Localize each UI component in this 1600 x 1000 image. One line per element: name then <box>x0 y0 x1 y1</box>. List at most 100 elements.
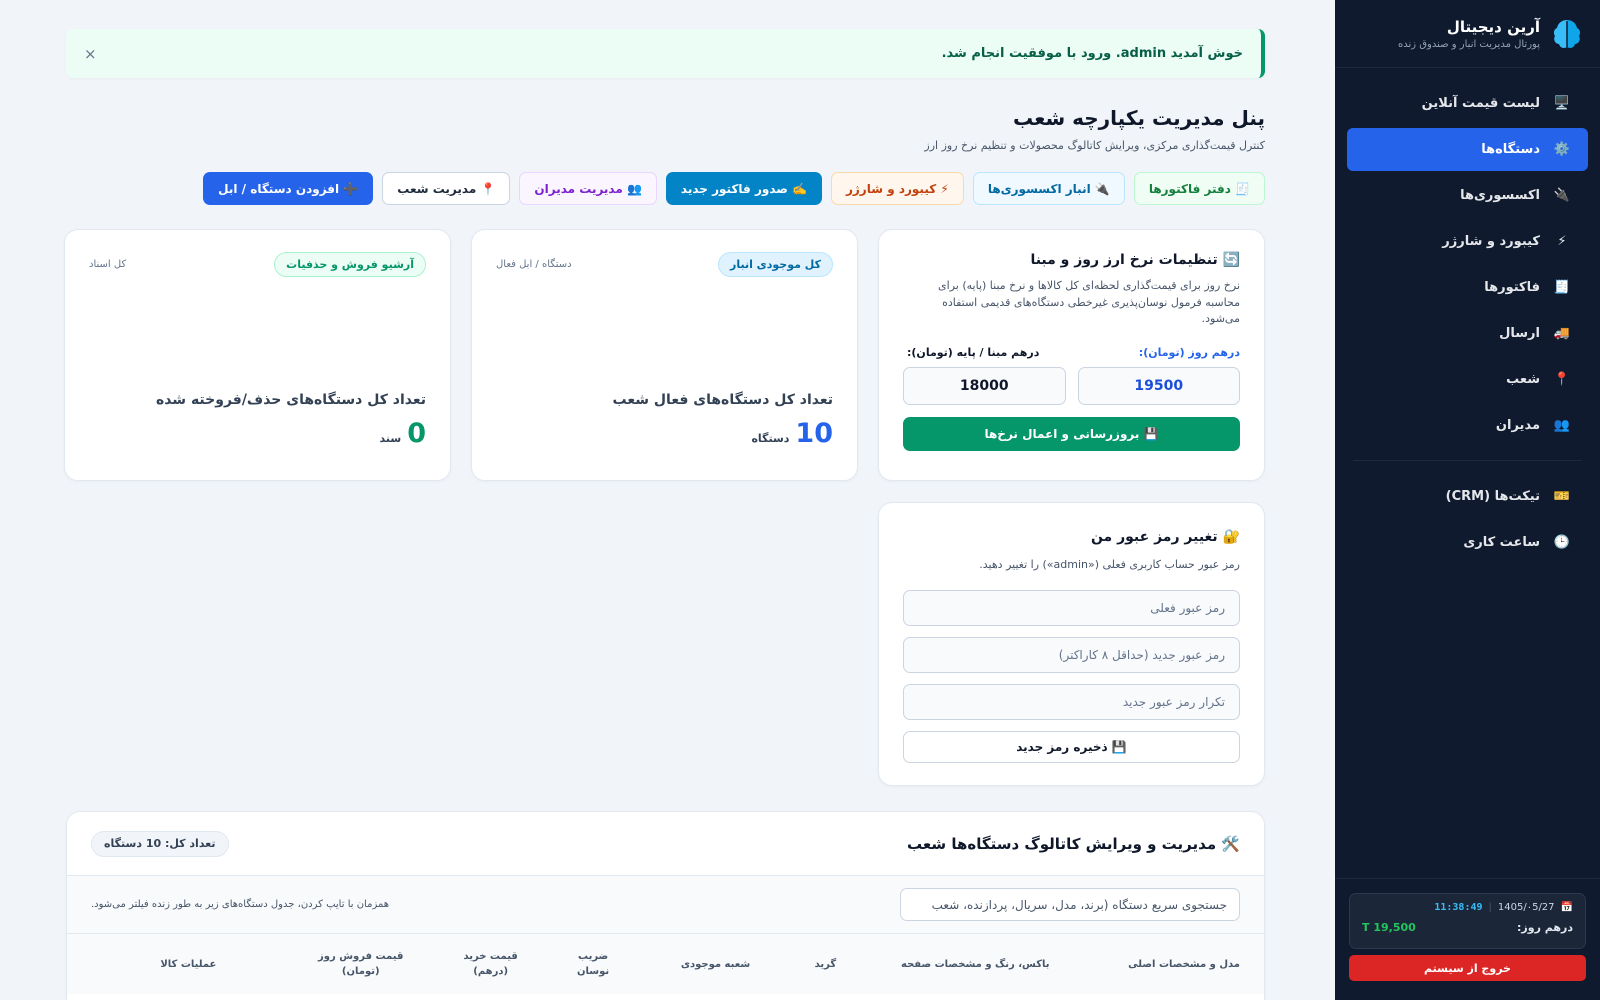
alert-text: خوش آمدید admin. ورود با موفقیت انجام شد… <box>941 46 1243 61</box>
sidebar: آرین دیجیتال پورتال مدیریت انبار و صندوق… <box>1335 0 1600 1000</box>
current-password-field[interactable]: رمز عبور فعلی <box>903 589 1240 626</box>
manage-branches-button[interactable]: 📍 مدیریت شعب <box>382 172 511 205</box>
stat-value: 0 <box>407 418 426 449</box>
stat-label: تعداد کل دستگاه‌های حذف/فروخته شده <box>155 392 426 408</box>
base-rate-label: درهم مبنا / پایه (تومان): <box>907 345 1040 359</box>
page-subtitle: کنترل قیمت‌گذاری مرکزی، ویرایش کاتالوگ م… <box>924 139 1265 152</box>
change-password-card: 🔐 تغییر رمز عبور من رمز عبور حساب کاربری… <box>878 502 1265 786</box>
exchange-card-description: نرخ روز برای قیمت‌گذاری لحظه‌ای کل کالاه… <box>938 279 1240 325</box>
toolbar: 🧾 دفتر فاکتورها 🔌 انبار اکسسوری‌ها ⚡ کیب… <box>203 172 1265 205</box>
clock-icon: 🕒 <box>1553 535 1571 550</box>
stat-caption: دستگاه / ابل فعال <box>496 259 572 270</box>
device-catalog-panel: 🛠️ مدیریت و ویرایش کاتالوگ دستگاه‌ها شعب… <box>66 811 1265 1000</box>
device-search-input[interactable]: جستجوی سریع دستگاه (برند، مدل، سریال، پر… <box>900 888 1240 921</box>
sidebar-item-managers[interactable]: 👥 مدیران <box>1347 404 1588 447</box>
exchange-card-title: 🔄 تنظیمات نرخ ارز روز و مبنا <box>1030 252 1240 268</box>
sidebar-item-accessories[interactable]: 🔌 اکسسوری‌ها <box>1347 174 1588 217</box>
archived-devices-card: آرشیو فروش و حذفیات کل اسناد تعداد کل دس… <box>64 229 451 481</box>
base-rate-input[interactable]: 18000 <box>903 366 1066 405</box>
repeat-password-field[interactable]: تکرار رمز عبور جدید <box>903 683 1240 720</box>
receipt-icon: 🧾 <box>1553 280 1571 295</box>
stat-unit: سند <box>379 432 402 445</box>
column-header-actions: عملیات کالا <box>160 958 217 970</box>
brand-subtitle: پورتال مدیریت انبار و صندوق زنده <box>1397 38 1540 50</box>
column-header-model: مدل و مشخصات اصلی <box>1128 958 1240 970</box>
daily-rate-label: درهم روز (تومان): <box>1138 345 1240 359</box>
new-password-field[interactable]: رمز عبور جدید (حداقل ۸ کاراکتر) <box>903 636 1240 673</box>
close-icon[interactable]: × <box>84 45 97 63</box>
page-header: پنل مدیریت یکپارچه شعب کنترل قیمت‌گذاری … <box>924 106 1265 152</box>
table-header: مدل و مشخصات اصلی باکس، رنگ و مشخصات صفح… <box>67 934 1264 994</box>
ticket-icon: 🎫 <box>1553 489 1571 504</box>
column-header-sale-price: قیمت فروش روز (تومان) <box>318 951 404 977</box>
manage-managers-button[interactable]: 👥 مدیریت مدیران <box>519 172 657 205</box>
monitor-icon: 🖥️ <box>1553 96 1571 111</box>
sidebar-item-label: ارسال <box>1499 326 1540 341</box>
sidebar-item-label: اکسسوری‌ها <box>1460 188 1540 203</box>
search-hint: همزمان با تایپ کردن، جدول دستگاه‌های زیر… <box>91 899 390 910</box>
column-header-purchase-price: قیمت خرید (درهم) <box>463 951 518 977</box>
dirham-value: T 19,500 <box>1362 921 1416 934</box>
sidebar-item-shipping[interactable]: 🚚 ارسال <box>1347 312 1588 355</box>
invoice-book-button[interactable]: 🧾 دفتر فاکتورها <box>1133 172 1265 205</box>
sidebar-item-devices[interactable]: ⚙️ دستگاه‌ها <box>1347 128 1588 171</box>
sidebar-footer: 📅 1405/۰5/27 | 11:38:49 درهم روز: T 19,5… <box>1335 878 1600 1000</box>
sidebar-nav: 🖥️ لیست قیمت آنلاین ⚙️ دستگاه‌ها 🔌 اکسسو… <box>1335 68 1600 564</box>
daily-rate-input[interactable]: 19500 <box>1077 366 1240 405</box>
column-header-grade: گرید <box>814 958 837 970</box>
stat-label: تعداد کل دستگاه‌های فعال شعب <box>612 392 833 408</box>
accessories-warehouse-button[interactable]: 🔌 انبار اکسسوری‌ها <box>972 172 1125 205</box>
column-header-box-color: باکس، رنگ و مشخصات صفحه <box>901 958 1050 970</box>
active-devices-card: کل موجودی انبار دستگاه / ابل فعال تعداد … <box>471 229 858 481</box>
inventory-badge: کل موجودی انبار <box>718 252 833 277</box>
exchange-rate-card: 🔄 تنظیمات نرخ ارز روز و مبنا نرخ روز برا… <box>878 229 1265 481</box>
sidebar-item-label: فاکتورها <box>1484 280 1540 295</box>
clock-widget: 📅 1405/۰5/27 | 11:38:49 درهم روز: T 19,5… <box>1349 893 1586 949</box>
sidebar-item-label: تیکت‌ها (CRM) <box>1445 489 1540 504</box>
pin-icon: 📍 <box>1553 372 1571 387</box>
sidebar-item-keyboard-charger[interactable]: ⚡ کیبورد و شارژر <box>1347 220 1588 263</box>
brand: آرین دیجیتال پورتال مدیریت انبار و صندوق… <box>1335 0 1600 68</box>
dirham-label: درهم روز: <box>1517 921 1573 934</box>
new-invoice-button[interactable]: ✍️ صدور فاکتور جدید <box>665 172 822 205</box>
column-header-volatility: ضریب نوسان <box>577 951 610 977</box>
sidebar-item-work-hours[interactable]: 🕒 ساعت کاری <box>1347 521 1588 564</box>
sidebar-item-label: ساعت کاری <box>1463 535 1540 550</box>
page-title: پنل مدیریت یکپارچه شعب <box>1013 106 1265 130</box>
password-card-title: 🔐 تغییر رمز عبور من <box>1090 529 1240 545</box>
stat-unit: دستگاه <box>751 432 790 445</box>
sidebar-item-label: مدیران <box>1495 418 1540 433</box>
clock-date: 1405/۰5/27 <box>1497 902 1555 913</box>
column-header-branch: شعبه موجودی <box>680 958 751 970</box>
sidebar-item-label: شعب <box>1506 372 1540 387</box>
truck-icon: 🚚 <box>1553 326 1571 341</box>
keyboard-charger-button[interactable]: ⚡ کیبورد و شارژر <box>830 172 964 205</box>
sidebar-item-label: کیبورد و شارژر <box>1442 234 1540 249</box>
clock-separator: | <box>1488 902 1492 913</box>
sidebar-item-branches[interactable]: 📍 شعب <box>1347 358 1588 401</box>
users-icon: 👥 <box>1553 418 1571 433</box>
device-count-badge: تعداد کل: 10 دستگاه <box>91 830 229 857</box>
archive-badge: آرشیو فروش و حذفیات <box>274 252 426 277</box>
lightning-icon: ⚡ <box>1557 234 1567 249</box>
plug-icon: 🔌 <box>1553 188 1571 203</box>
sidebar-item-invoices[interactable]: 🧾 فاکتورها <box>1347 266 1588 309</box>
nav-divider <box>1353 460 1582 461</box>
sidebar-item-label: لیست قیمت آنلاین <box>1421 96 1540 111</box>
sidebar-item-price-list[interactable]: 🖥️ لیست قیمت آنلاین <box>1347 82 1588 125</box>
stat-caption: کل اسناد <box>89 259 127 270</box>
logout-button[interactable]: خروج از سیستم <box>1349 955 1586 981</box>
catalog-title: 🛠️ مدیریت و ویرایش کاتالوگ دستگاه‌ها شعب <box>907 834 1240 853</box>
stat-value: 10 <box>795 418 833 449</box>
save-password-button[interactable]: 💾 ذخیره رمز جدید <box>903 730 1240 763</box>
welcome-alert: خوش آمدید admin. ورود با موفقیت انجام شد… <box>66 29 1265 78</box>
add-device-button[interactable]: ➕ افزودن دستگاه / ابل <box>203 172 374 205</box>
password-card-description: رمز عبور حساب کاربری فعلی («admin») را ت… <box>979 558 1240 571</box>
brand-logo-icon <box>1552 17 1582 51</box>
update-rates-button[interactable]: 💾 بروزرسانی و اعمال نرخ‌ها <box>903 416 1240 451</box>
calendar-icon: 📅 <box>1560 902 1573 913</box>
sidebar-item-tickets[interactable]: 🎫 تیکت‌ها (CRM) <box>1347 475 1588 518</box>
sidebar-item-label: دستگاه‌ها <box>1481 142 1540 157</box>
brand-title: آرین دیجیتال <box>1446 17 1540 36</box>
gear-icon: ⚙️ <box>1553 142 1571 157</box>
